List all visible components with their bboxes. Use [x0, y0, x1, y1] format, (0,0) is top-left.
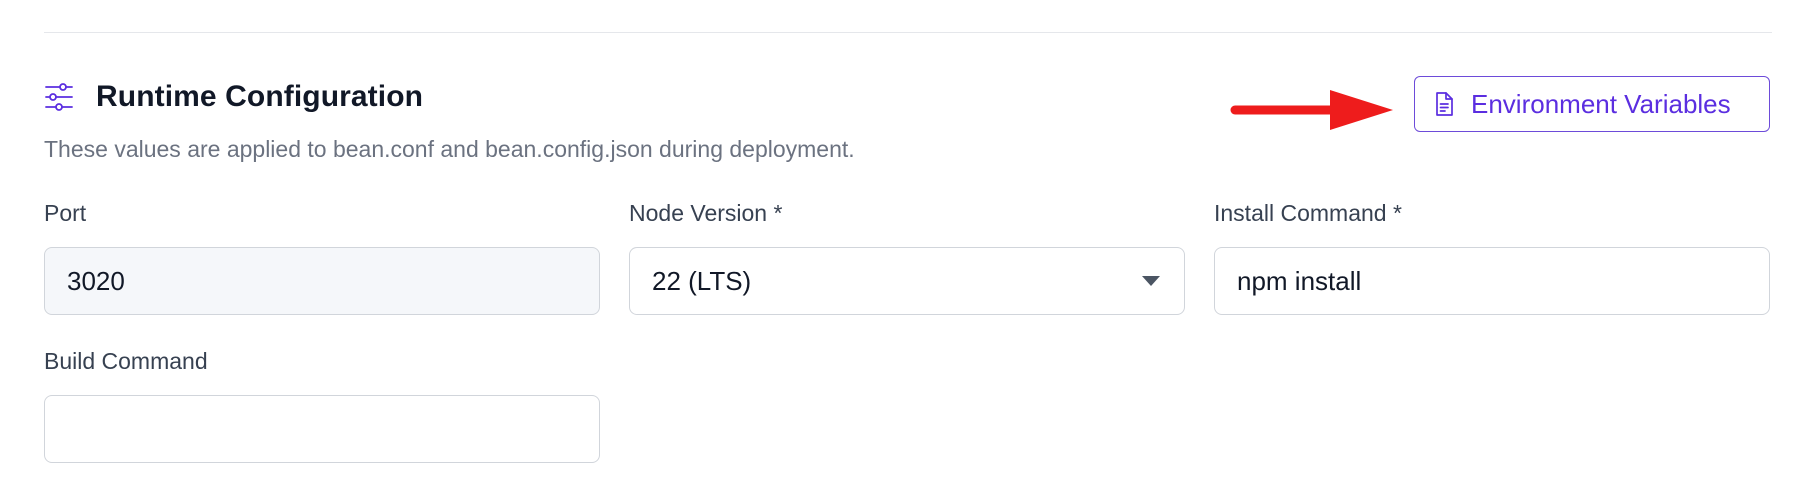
section-description: These values are applied to bean.conf an…: [44, 136, 855, 162]
section-title: Runtime Configuration: [96, 80, 424, 113]
install-command-field: Install Command *: [1214, 200, 1770, 315]
node-version-selected: 22 (LTS): [652, 265, 752, 296]
build-command-field: Build Command: [44, 348, 600, 463]
install-command-label: Install Command *: [1214, 200, 1402, 226]
runtime-configuration-page: Runtime Configuration These values are a…: [0, 0, 1816, 492]
document-icon: [1431, 91, 1457, 117]
build-command-input[interactable]: [44, 395, 600, 463]
red-arrow-annotation: [1230, 90, 1393, 130]
section-divider: [44, 32, 1772, 33]
port-field: Port: [44, 200, 600, 315]
install-command-input[interactable]: [1214, 247, 1770, 315]
node-version-label: Node Version *: [629, 200, 783, 226]
section-header: Runtime Configuration: [44, 80, 423, 114]
environment-variables-label: Environment Variables: [1471, 88, 1731, 119]
port-input[interactable]: [44, 247, 600, 315]
chevron-down-icon: [1142, 276, 1160, 286]
port-label: Port: [44, 200, 87, 226]
build-command-label: Build Command: [44, 348, 208, 374]
node-version-select[interactable]: 22 (LTS): [629, 247, 1185, 315]
node-version-field: Node Version * 22 (LTS): [629, 200, 1185, 315]
environment-variables-button[interactable]: Environment Variables: [1414, 76, 1770, 132]
sliders-icon: [44, 82, 74, 112]
